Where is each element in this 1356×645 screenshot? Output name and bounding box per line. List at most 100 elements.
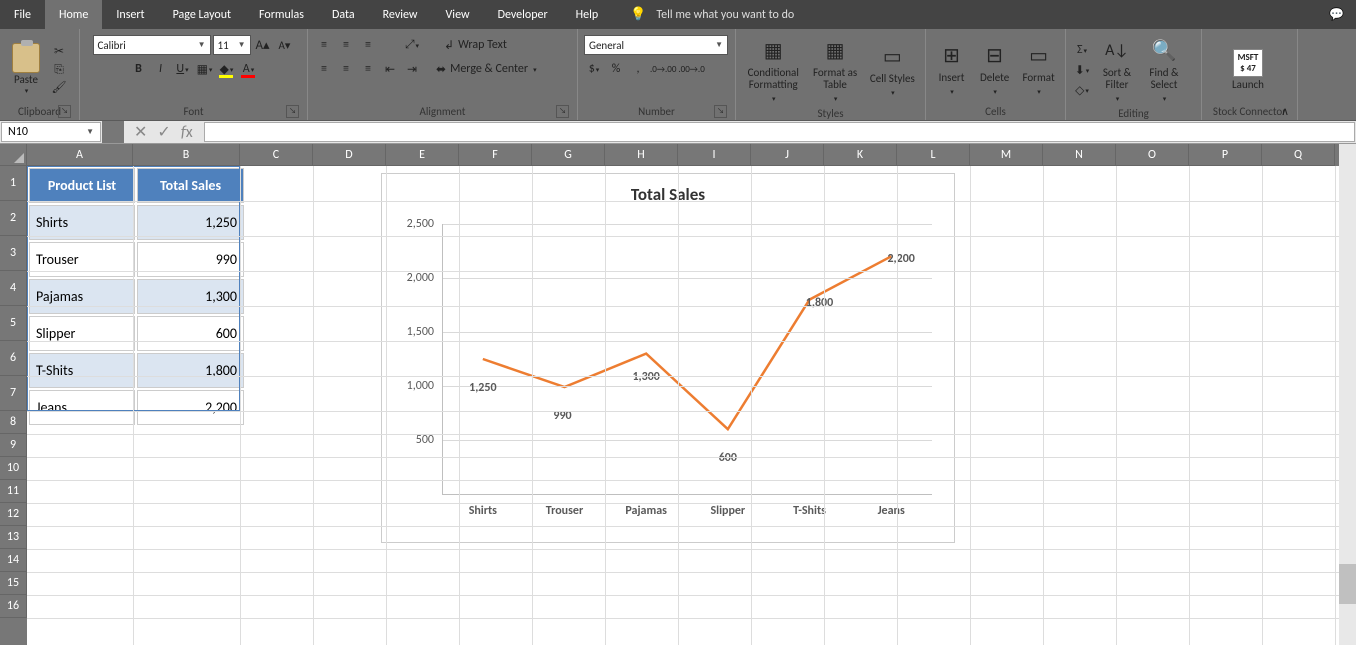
cell-product[interactable]: Slipper	[29, 316, 135, 351]
decrease-indent-icon[interactable]: ⇤	[380, 59, 400, 79]
font-size-combo[interactable]: 11▼	[213, 35, 251, 55]
row-header[interactable]: 3	[0, 236, 27, 271]
cell-styles-button[interactable]: ▭Cell Styles▾	[866, 41, 919, 99]
menu-tab-data[interactable]: Data	[318, 0, 369, 29]
align-center-icon[interactable]: ≡	[336, 59, 356, 79]
fill-color-button[interactable]: ◆▾	[217, 59, 237, 79]
fx-icon[interactable]: fx	[181, 123, 193, 142]
col-header[interactable]: E	[386, 144, 459, 166]
menu-tab-help[interactable]: Help	[562, 0, 613, 29]
cell-value[interactable]: 1,250	[137, 205, 244, 240]
dialog-launcher[interactable]: ↘	[58, 105, 71, 118]
col-header[interactable]: Q	[1262, 144, 1335, 166]
menu-tab-page-layout[interactable]: Page Layout	[159, 0, 245, 29]
format-as-table-button[interactable]: ▦Format as Table▾	[808, 35, 861, 105]
row-header[interactable]: 9	[0, 434, 27, 457]
col-header[interactable]: P	[1189, 144, 1262, 166]
cells-area[interactable]: Product ListTotal SalesShirts1,250Trouse…	[27, 166, 1356, 645]
row-header[interactable]: 10	[0, 457, 27, 480]
row-header[interactable]: 2	[0, 201, 27, 236]
menu-tab-review[interactable]: Review	[369, 0, 432, 29]
align-bottom-icon[interactable]: ≡	[358, 35, 378, 55]
fill-icon[interactable]: ⬇▾	[1072, 60, 1092, 80]
bold-button[interactable]: B	[129, 59, 149, 79]
conditional-formatting-button[interactable]: ▦Conditional Formatting▾	[742, 35, 804, 105]
find-select-button[interactable]: 🔍Find & Select▾	[1142, 35, 1186, 105]
cell-value[interactable]: 2,200	[137, 390, 244, 425]
cell-product[interactable]: Jeans	[29, 390, 135, 425]
comma-format-icon[interactable]: ,	[628, 59, 648, 79]
col-header[interactable]: K	[824, 144, 897, 166]
col-header[interactable]: H	[605, 144, 678, 166]
cell-value[interactable]: 1,300	[137, 279, 244, 314]
col-header[interactable]: N	[1043, 144, 1116, 166]
copy-icon[interactable]: ⎘	[50, 62, 68, 78]
orientation-icon[interactable]: ⤢▾	[402, 35, 422, 55]
cell-value[interactable]: 600	[137, 316, 244, 351]
border-button[interactable]: ▦▾	[195, 59, 215, 79]
menu-tab-developer[interactable]: Developer	[484, 0, 562, 29]
menu-tab-home[interactable]: Home	[45, 0, 102, 29]
decrease-font-icon[interactable]: A▾	[275, 35, 295, 55]
cut-icon[interactable]: ✂	[50, 44, 68, 60]
row-header[interactable]: 12	[0, 503, 27, 526]
cell-product[interactable]: Pajamas	[29, 279, 135, 314]
scrollbar-thumb[interactable]	[1339, 564, 1356, 604]
launch-button[interactable]: MSFT$ 47 Launch	[1208, 47, 1288, 91]
insert-button[interactable]: ⊞Insert▾	[932, 40, 971, 98]
vertical-scrollbar[interactable]	[1339, 144, 1356, 645]
formula-input[interactable]	[204, 122, 1355, 142]
col-header[interactable]: I	[678, 144, 751, 166]
col-header[interactable]: F	[459, 144, 532, 166]
align-middle-icon[interactable]: ≡	[336, 35, 356, 55]
decrease-decimal-icon[interactable]: .00→.0	[678, 59, 704, 79]
row-header[interactable]: 8	[0, 411, 27, 434]
row-header[interactable]: 16	[0, 595, 27, 618]
align-left-icon[interactable]: ≡	[314, 59, 334, 79]
tell-me[interactable]: 💡Tell me what you want to do	[616, 0, 808, 29]
dialog-launcher[interactable]: ↘	[714, 105, 727, 118]
increase-font-icon[interactable]: A▴	[253, 35, 273, 55]
format-painter-icon[interactable]: 🖌	[50, 80, 68, 96]
cancel-formula-icon[interactable]: ✕	[134, 122, 147, 142]
format-button[interactable]: ▭Format▾	[1018, 40, 1059, 98]
paste-button[interactable]: Paste ▾	[6, 43, 46, 95]
row-header[interactable]: 5	[0, 306, 27, 341]
menu-tab-view[interactable]: View	[432, 0, 484, 29]
align-right-icon[interactable]: ≡	[358, 59, 378, 79]
col-header[interactable]: M	[970, 144, 1043, 166]
chart[interactable]: Total Sales 5001,0001,5002,0002,500Shirt…	[381, 173, 955, 543]
comments-icon[interactable]: 💬	[1317, 0, 1356, 29]
increase-indent-icon[interactable]: ⇥	[402, 59, 422, 79]
italic-button[interactable]: I	[151, 59, 171, 79]
increase-decimal-icon[interactable]: .0→.00	[650, 59, 676, 79]
cell-product[interactable]: Shirts	[29, 205, 135, 240]
col-header[interactable]: G	[532, 144, 605, 166]
align-top-icon[interactable]: ≡	[314, 35, 334, 55]
cell-product[interactable]: T-Shits	[29, 353, 135, 388]
col-header[interactable]: B	[133, 144, 240, 166]
wrap-text-button[interactable]: ↲Wrap Text	[444, 35, 507, 55]
row-header[interactable]: 11	[0, 480, 27, 503]
col-header[interactable]: L	[897, 144, 970, 166]
merge-center-button[interactable]: ⬌Merge & Center▾	[436, 59, 537, 79]
menu-tab-insert[interactable]: Insert	[102, 0, 158, 29]
col-header[interactable]: J	[751, 144, 824, 166]
name-box[interactable]: N10▼	[1, 122, 101, 142]
collapse-ribbon-icon[interactable]: ∧	[1281, 105, 1289, 118]
enter-formula-icon[interactable]: ✓	[157, 122, 170, 142]
row-header[interactable]: 6	[0, 341, 27, 376]
menu-tab-formulas[interactable]: Formulas	[245, 0, 318, 29]
select-all[interactable]	[0, 144, 27, 166]
cell-value[interactable]: 1,800	[137, 353, 244, 388]
font-color-button[interactable]: A▾	[239, 59, 259, 79]
autosum-icon[interactable]: Σ▾	[1072, 40, 1092, 60]
dialog-launcher[interactable]: ↘	[286, 105, 299, 118]
accounting-format-icon[interactable]: $▾	[584, 59, 604, 79]
menu-tab-file[interactable]: File	[0, 0, 45, 29]
number-format-combo[interactable]: General▼	[584, 35, 728, 55]
clear-icon[interactable]: ◇▾	[1072, 80, 1092, 100]
col-header[interactable]: A	[27, 144, 133, 166]
underline-button[interactable]: U▾	[173, 59, 193, 79]
row-header[interactable]: 4	[0, 271, 27, 306]
